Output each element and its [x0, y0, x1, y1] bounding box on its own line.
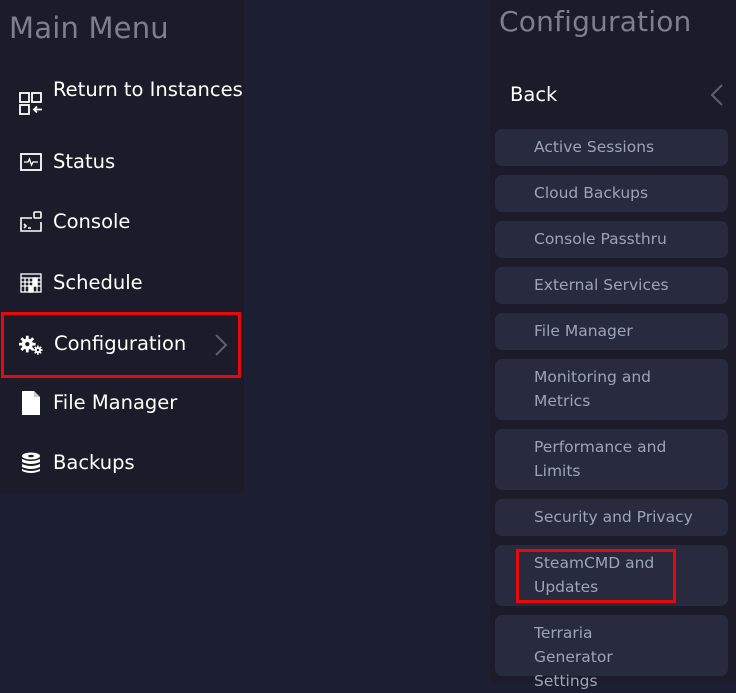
menu-item-status[interactable]: Status	[0, 150, 244, 174]
config-item-steamcmd-and-updates[interactable]: SteamCMD and Updates	[495, 545, 728, 606]
menu-item-return-to-instances[interactable]: Return to Instances	[0, 78, 244, 128]
chevron-left-icon	[710, 83, 724, 112]
config-item-label: Console Passthru	[534, 230, 667, 248]
menu-item-label: Console	[53, 210, 131, 233]
config-item-security-and-privacy[interactable]: Security and Privacy	[495, 499, 728, 536]
menu-item-file-manager[interactable]: File Manager	[0, 391, 244, 415]
file-icon	[19, 391, 43, 415]
database-icon	[19, 451, 43, 475]
menu-item-label: File Manager	[53, 391, 178, 414]
config-item-console-passthru[interactable]: Console Passthru	[495, 221, 728, 258]
status-pulse-icon	[19, 150, 43, 174]
config-item-label: File Manager	[534, 322, 633, 340]
menu-item-label: Schedule	[53, 271, 143, 294]
config-item-label: Terraria Generator Settings	[534, 624, 613, 690]
config-item-cloud-backups[interactable]: Cloud Backups	[495, 175, 728, 212]
config-item-label: SteamCMD and Updates	[534, 554, 655, 596]
schedule-grid-icon	[19, 271, 43, 295]
console-icon	[19, 210, 43, 234]
config-item-label: Security and Privacy	[534, 508, 693, 526]
menu-item-label: Backups	[53, 451, 135, 474]
config-item-performance-and-limits[interactable]: Performance and Limits	[495, 429, 728, 490]
menu-item-label: Configuration	[54, 332, 187, 355]
main-menu-title: Main Menu	[9, 11, 169, 45]
config-item-monitoring-and-metrics[interactable]: Monitoring and Metrics	[495, 359, 728, 420]
config-item-terraria-generator-settings[interactable]: Terraria Generator Settings	[495, 615, 728, 690]
menu-item-backups[interactable]: Backups	[0, 451, 244, 475]
menu-item-console[interactable]: Console	[0, 210, 244, 234]
config-item-label: Cloud Backups	[534, 184, 649, 202]
config-item-active-sessions[interactable]: Active Sessions	[495, 129, 728, 166]
config-item-label: Performance and Limits	[534, 438, 667, 480]
configuration-title: Configuration	[499, 5, 692, 38]
gears-icon	[19, 333, 43, 357]
config-item-label: Monitoring and Metrics	[534, 368, 651, 410]
return-to-instances-icon	[19, 92, 43, 116]
menu-item-schedule[interactable]: Schedule	[0, 271, 244, 295]
back-button[interactable]: Back	[490, 70, 736, 120]
configuration-panel: Configuration Back Active Sessions Cloud…	[490, 0, 736, 690]
back-label: Back	[510, 83, 558, 106]
config-item-label: Active Sessions	[534, 138, 655, 156]
config-item-external-services[interactable]: External Services	[495, 267, 728, 304]
config-item-file-manager[interactable]: File Manager	[495, 313, 728, 350]
main-menu-panel: Main Menu Return to Instances Status Con…	[0, 0, 244, 493]
chevron-right-icon	[214, 333, 228, 362]
menu-item-configuration[interactable]: Configuration	[1, 312, 241, 378]
menu-item-label: Return to Instances	[53, 78, 243, 101]
menu-item-label: Status	[53, 150, 116, 173]
config-item-label: External Services	[534, 276, 669, 294]
